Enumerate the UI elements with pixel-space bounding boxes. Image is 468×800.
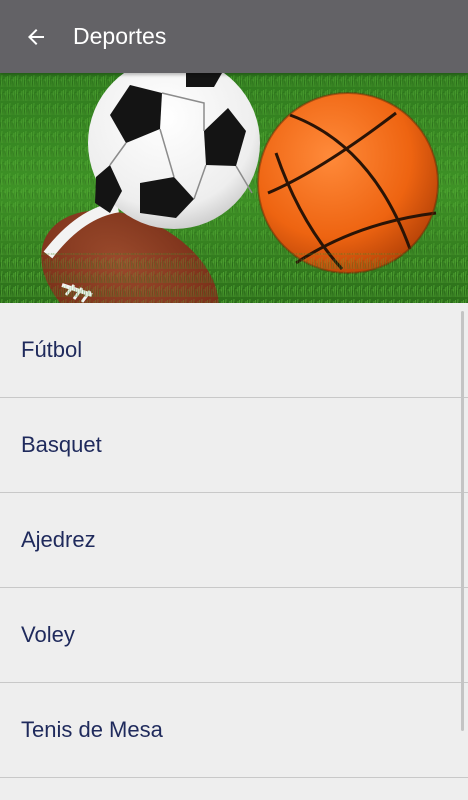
list-item-basquet[interactable]: Basquet xyxy=(0,398,468,493)
page-title: Deportes xyxy=(73,23,167,49)
list-item-label: Tenis de Mesa xyxy=(21,717,163,742)
list-scrollbar[interactable] xyxy=(461,311,464,731)
basketball xyxy=(257,92,439,274)
list-item-label: Voley xyxy=(21,622,75,647)
list-item-futbol[interactable]: Fútbol xyxy=(0,303,468,398)
app-bar: Deportes xyxy=(0,0,468,73)
list-item-label: Basquet xyxy=(21,432,102,457)
back-button[interactable] xyxy=(0,0,72,73)
list-item-ajedrez[interactable]: Ajedrez xyxy=(0,493,468,588)
list-item-label: Ajedrez xyxy=(21,527,96,552)
list-item-label: Fútbol xyxy=(21,337,83,362)
sports-list: Fútbol Basquet Ajedrez Voley Tenis de Me… xyxy=(0,303,468,800)
list-item-voley[interactable]: Voley xyxy=(0,588,468,683)
list-item-tenis-de-mesa[interactable]: Tenis de Mesa xyxy=(0,683,468,778)
arrow-back-icon xyxy=(28,28,44,45)
sports-hero-image xyxy=(0,73,468,303)
